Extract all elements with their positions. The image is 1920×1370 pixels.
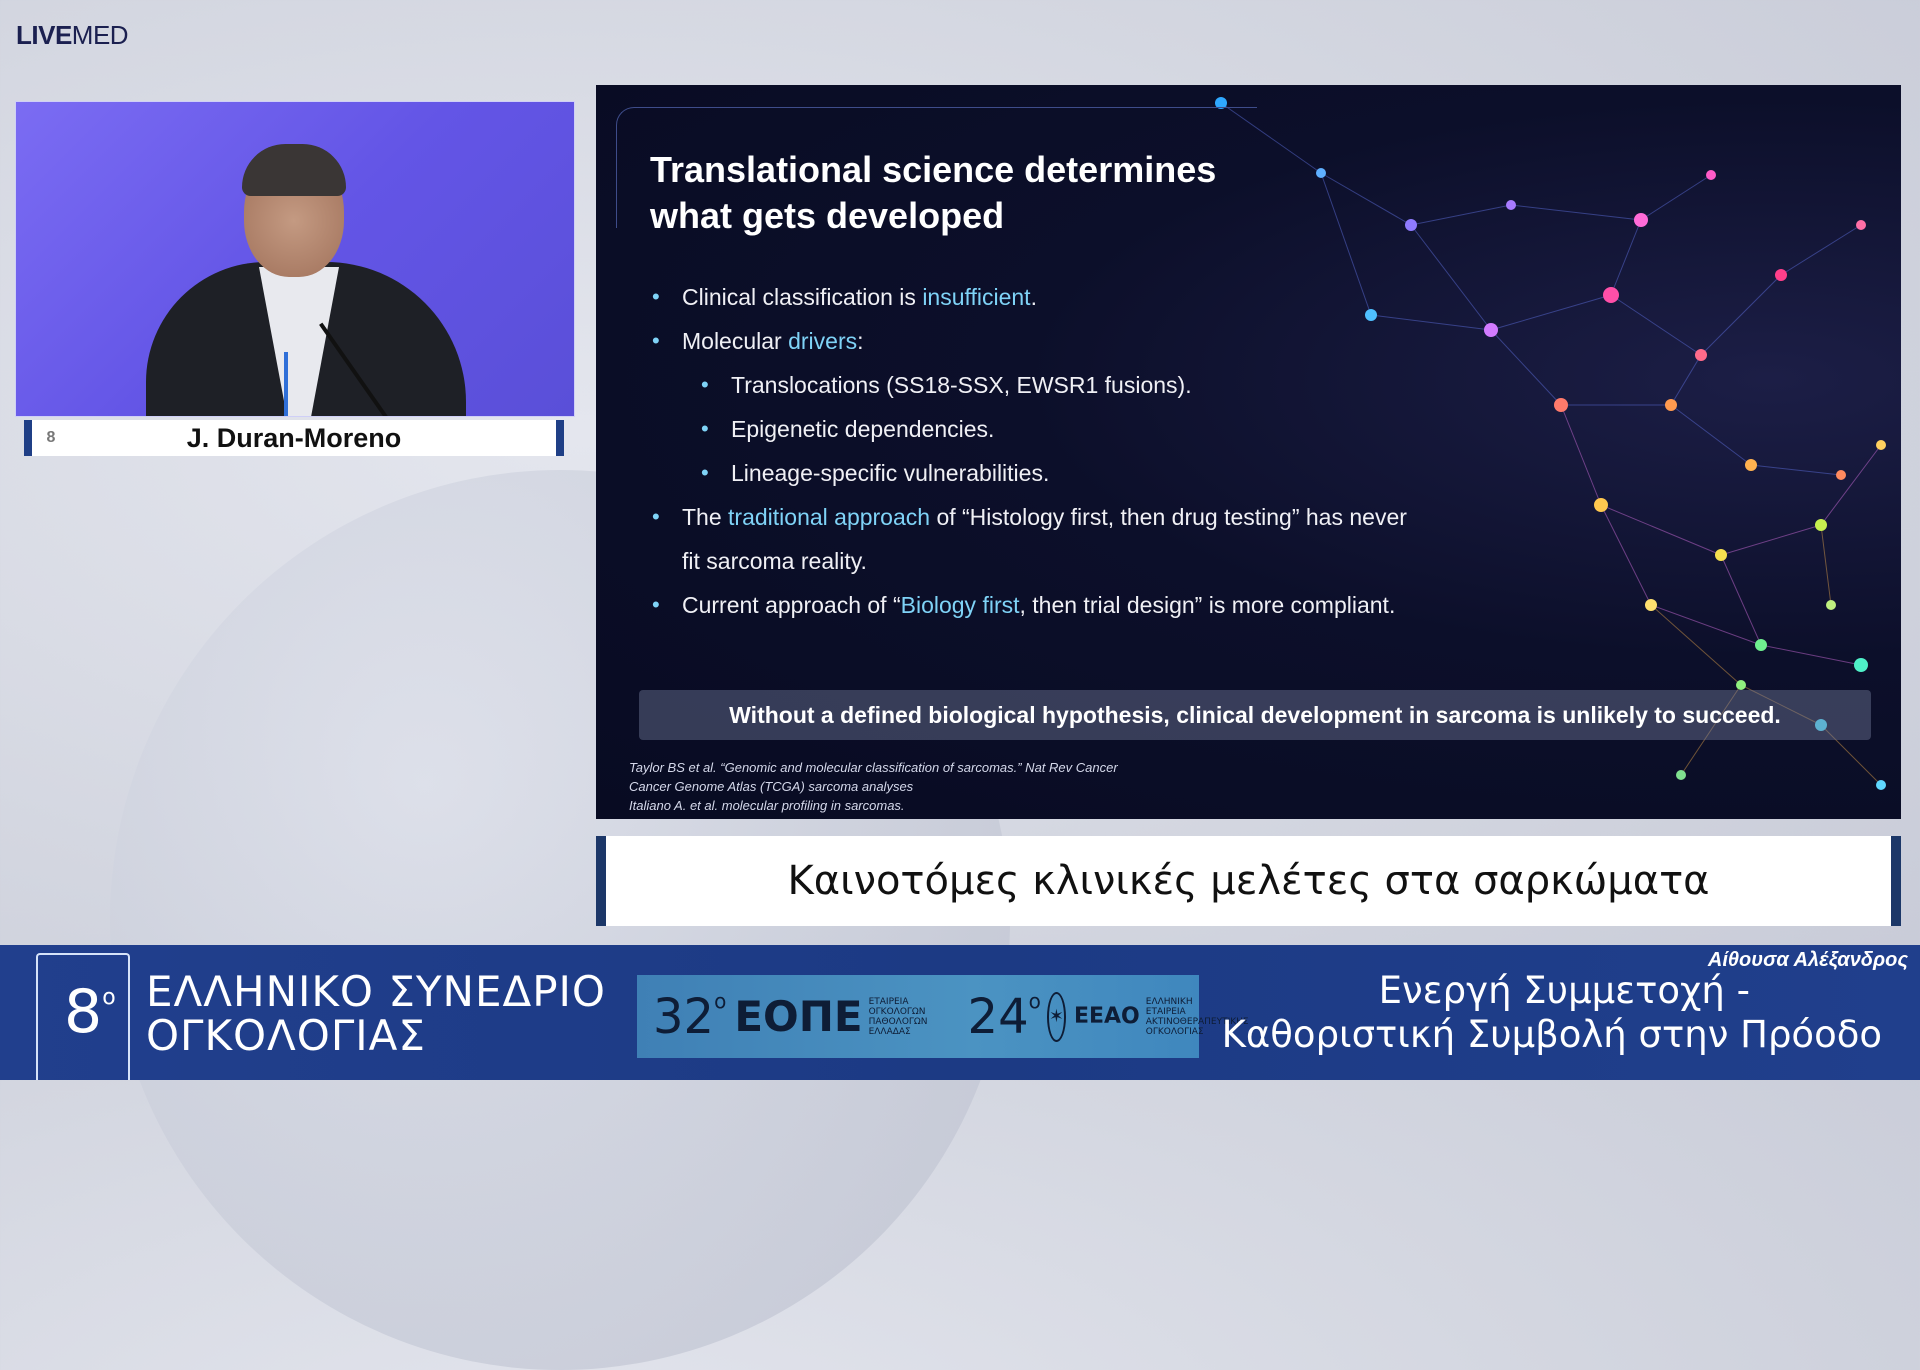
congress-name-line2: ΟΓΚΟΛΟΓΙΑΣ bbox=[146, 1011, 426, 1060]
society-logos: 32ο ΕΟΠΕ ΕΤΑΙΡΕΙΑ ΟΓΚΟΛΟΓΩΝ ΠΑΘΟΛΟΓΩΝ ΕΛ… bbox=[637, 975, 1249, 1058]
bullet-item: Molecular drivers: bbox=[652, 319, 1542, 363]
sub-bullet-item: Translocations (SS18-SSX, EWSR1 fusions)… bbox=[701, 363, 1542, 407]
slide-references: Taylor BS et al. “Genomic and molecular … bbox=[629, 760, 1118, 813]
congress-name-line1: ΕΛΛΗΝΙΚΟ ΣΥΝΕΔΡΙΟ bbox=[146, 967, 606, 1016]
eope-edition: 32ο bbox=[653, 988, 727, 1045]
congress-number: 8ο bbox=[64, 977, 116, 1047]
speaker-nameplate: 8 J. Duran-Moreno bbox=[24, 420, 564, 456]
presentation-slide: Translational science determines what ge… bbox=[596, 85, 1901, 819]
speaker-video bbox=[15, 101, 575, 417]
speaker-name: J. Duran-Moreno bbox=[186, 422, 402, 453]
session-title: Καινοτόμες κλινικές μελέτες στα σαρκώματ… bbox=[596, 836, 1901, 926]
sub-bullet-item: Epigenetic dependencies. bbox=[701, 407, 1542, 451]
bullet-item: Clinical classification is insufficient. bbox=[652, 275, 1542, 319]
congress-footer-bar: 8ο ΕΛΛΗΝΙΚΟ ΣΥΝΕΔΡΙΟ ΟΓΚΟΛΟΓΙΑΣ 32ο ΕΟΠΕ… bbox=[0, 945, 1920, 1080]
speaker-hair bbox=[242, 144, 346, 196]
bullet-item: The traditional approach of “Histology f… bbox=[652, 495, 1542, 583]
eeao-edition: 24ο bbox=[967, 988, 1041, 1045]
key-message-callout: Without a defined biological hypothesis,… bbox=[639, 690, 1871, 740]
slide-bullets: Clinical classification is insufficient.… bbox=[652, 275, 1542, 627]
motto-line1: Ενεργή Συμμετοχή - bbox=[1378, 969, 1750, 1012]
eope-subtitle: ΕΤΑΙΡΕΙΑ ΟΓΚΟΛΟΓΩΝ ΠΑΘΟΛΟΓΩΝ ΕΛΛΑΔΑΣ bbox=[868, 996, 928, 1037]
sub-bullet-item: Lineage-specific vulnerabilities. bbox=[701, 451, 1542, 495]
motto-line2: Καθοριστική Συμβολή στην Πρόοδο bbox=[1221, 1013, 1882, 1056]
livemed-logo: LIVEMED bbox=[16, 20, 129, 50]
bullet-item: Current approach of “Biology first, then… bbox=[652, 583, 1542, 627]
eeao-subtitle: ΕΛΛΗΝΙΚΗ ΕΤΑΙΡΕΙΑ ΑΚΤΙΝΟΘΕΡΑΠΕΥΤΙΚΗΣ ΟΓΚ… bbox=[1145, 996, 1249, 1037]
speaker-lanyard bbox=[284, 352, 288, 416]
slide-title: Translational science determines what ge… bbox=[650, 149, 1217, 236]
eope-logo: ΕΟΠΕ bbox=[734, 992, 863, 1041]
eeao-logo: ΕΕΑΟ bbox=[1073, 1004, 1140, 1029]
eeao-seal-icon: ✶ bbox=[1046, 991, 1066, 1042]
congress-badge-icon: 8 bbox=[46, 429, 56, 446]
